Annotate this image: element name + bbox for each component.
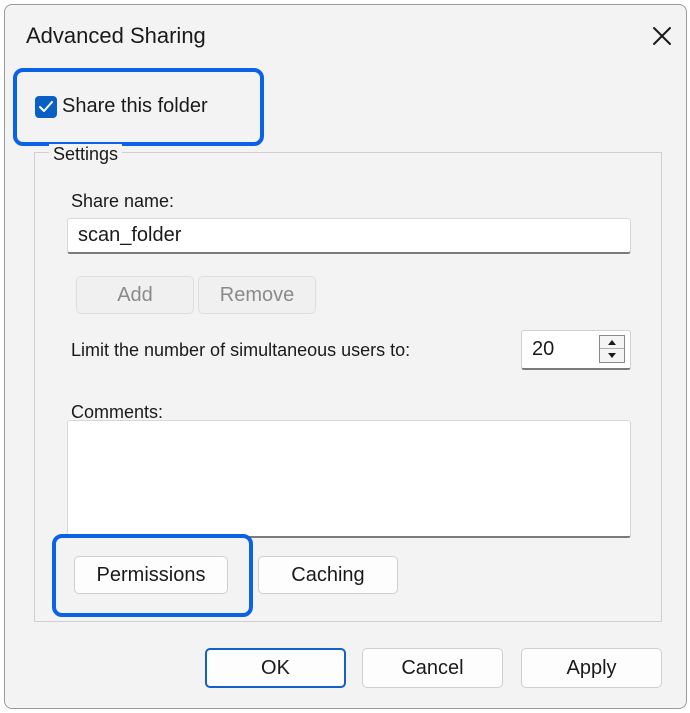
decrement-button[interactable] bbox=[600, 349, 624, 362]
share-folder-label: Share this folder bbox=[62, 95, 208, 117]
close-icon bbox=[653, 27, 671, 45]
apply-button[interactable]: Apply bbox=[521, 648, 662, 688]
dialog-title: Advanced Sharing bbox=[26, 23, 206, 48]
comments-textarea[interactable] bbox=[67, 420, 631, 538]
increment-button[interactable] bbox=[600, 336, 624, 349]
title-bar: Advanced Sharing bbox=[5, 5, 686, 69]
add-button[interactable]: Add bbox=[76, 276, 194, 314]
checkmark-icon bbox=[39, 101, 53, 112]
caching-button[interactable]: Caching bbox=[258, 556, 398, 594]
user-limit-spinner bbox=[521, 330, 631, 370]
share-name-label: Share name: bbox=[71, 191, 175, 211]
permissions-button[interactable]: Permissions bbox=[74, 556, 228, 594]
arrow-down-icon bbox=[608, 353, 616, 358]
settings-group-label: Settings bbox=[49, 144, 123, 165]
share-folder-checkbox[interactable] bbox=[35, 96, 57, 118]
spinner-buttons bbox=[599, 335, 625, 363]
remove-button[interactable]: Remove bbox=[198, 276, 316, 314]
user-limit-label: Limit the number of simultaneous users t… bbox=[71, 340, 411, 360]
cancel-button[interactable]: Cancel bbox=[362, 648, 503, 688]
share-name-input[interactable] bbox=[67, 218, 631, 254]
close-button[interactable] bbox=[647, 21, 677, 51]
user-limit-input[interactable] bbox=[532, 338, 592, 361]
ok-button[interactable]: OK bbox=[205, 648, 346, 688]
arrow-up-icon bbox=[608, 340, 616, 345]
